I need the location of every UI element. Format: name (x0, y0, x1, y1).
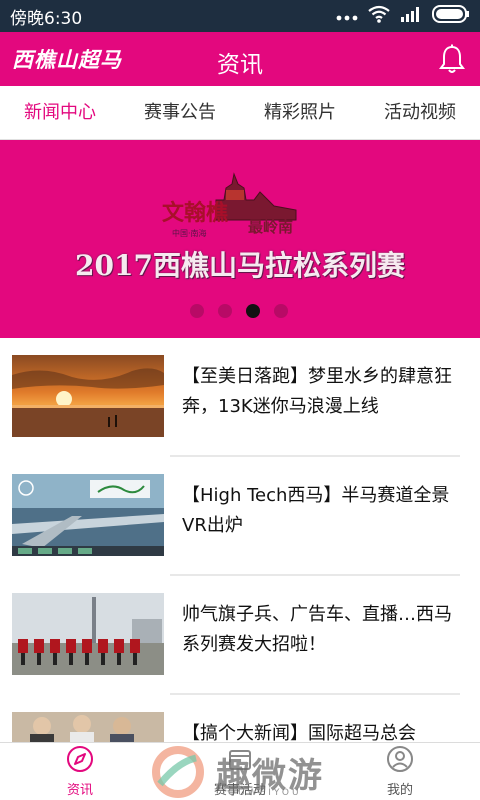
sunset-thumbnail (12, 355, 164, 437)
app-header: 西樵山超马 资讯 (0, 32, 480, 86)
more-dots-icon (336, 6, 358, 26)
status-time: 傍晚6:30 (10, 8, 83, 29)
status-bar: 傍晚6:30 (0, 0, 480, 32)
news-item[interactable]: 【至美日落跑】梦里水乡的肆意狂奔，13K迷你马浪漫上线 (0, 338, 480, 457)
news-headline: 【至美日落跑】梦里水乡的肆意狂奔，13K迷你马浪漫上线 (182, 366, 452, 417)
banner-logo: 文翰樵 最岭南 中国·南海 (156, 170, 306, 250)
nav-news-label: 资讯 (66, 783, 93, 798)
battery-icon (432, 4, 470, 28)
compass-icon (66, 745, 94, 779)
bell-icon[interactable] (438, 44, 466, 74)
category-tabs: 新闻中心 赛事公告 精彩照片 活动视频 (0, 86, 480, 140)
nav-mine-label: 我的 (386, 783, 413, 798)
nav-news[interactable]: 资讯 (0, 743, 160, 800)
news-headline: 【High Tech西马】半马赛道全景VR出炉 (182, 485, 450, 536)
bottom-nav: 资讯 赛事活动 我的 (0, 742, 480, 800)
news-list: 【至美日落跑】梦里水乡的肆意狂奔，13K迷你马浪漫上线 【High Tech西马… (0, 338, 480, 800)
news-item[interactable]: 【High Tech西马】半马赛道全景VR出炉 (0, 457, 480, 576)
event-icon (226, 745, 254, 779)
page-title: 资讯 (217, 52, 263, 78)
carousel-dot-active[interactable] (246, 304, 260, 318)
nav-events-label: 赛事活动 (213, 783, 266, 798)
news-headline: 帅气旗子兵、广告车、直播…西马系列赛发大招啦！ (182, 604, 452, 655)
wifi-icon (368, 5, 390, 28)
carousel-dot[interactable] (218, 304, 232, 318)
banner-title: 2017西樵山马拉松系列赛 (75, 249, 405, 282)
svg-text:最岭南: 最岭南 (248, 218, 293, 236)
tab-news-center[interactable]: 新闻中心 (0, 86, 120, 139)
tab-photos[interactable]: 精彩照片 (240, 86, 360, 139)
svg-text:文翰樵: 文翰樵 (162, 200, 228, 226)
carousel-dot[interactable] (274, 304, 288, 318)
tab-announcements[interactable]: 赛事公告 (120, 86, 240, 139)
carousel-indicator (190, 304, 288, 318)
nav-mine[interactable]: 我的 (320, 743, 480, 800)
carousel-dot[interactable] (190, 304, 204, 318)
nav-events[interactable]: 赛事活动 (160, 743, 320, 800)
svg-text:中国·南海: 中国·南海 (172, 228, 207, 238)
user-icon (386, 745, 414, 779)
vr-bridge-thumbnail (12, 474, 164, 556)
signal-icon (400, 6, 422, 27)
status-icons (336, 4, 470, 28)
flag-team-thumbnail (12, 593, 164, 675)
tab-videos[interactable]: 活动视频 (360, 86, 480, 139)
news-item[interactable]: 帅气旗子兵、广告车、直播…西马系列赛发大招啦！ (0, 576, 480, 695)
banner-carousel[interactable]: 文翰樵 最岭南 中国·南海 2017西樵山马拉松系列赛 (0, 140, 480, 338)
